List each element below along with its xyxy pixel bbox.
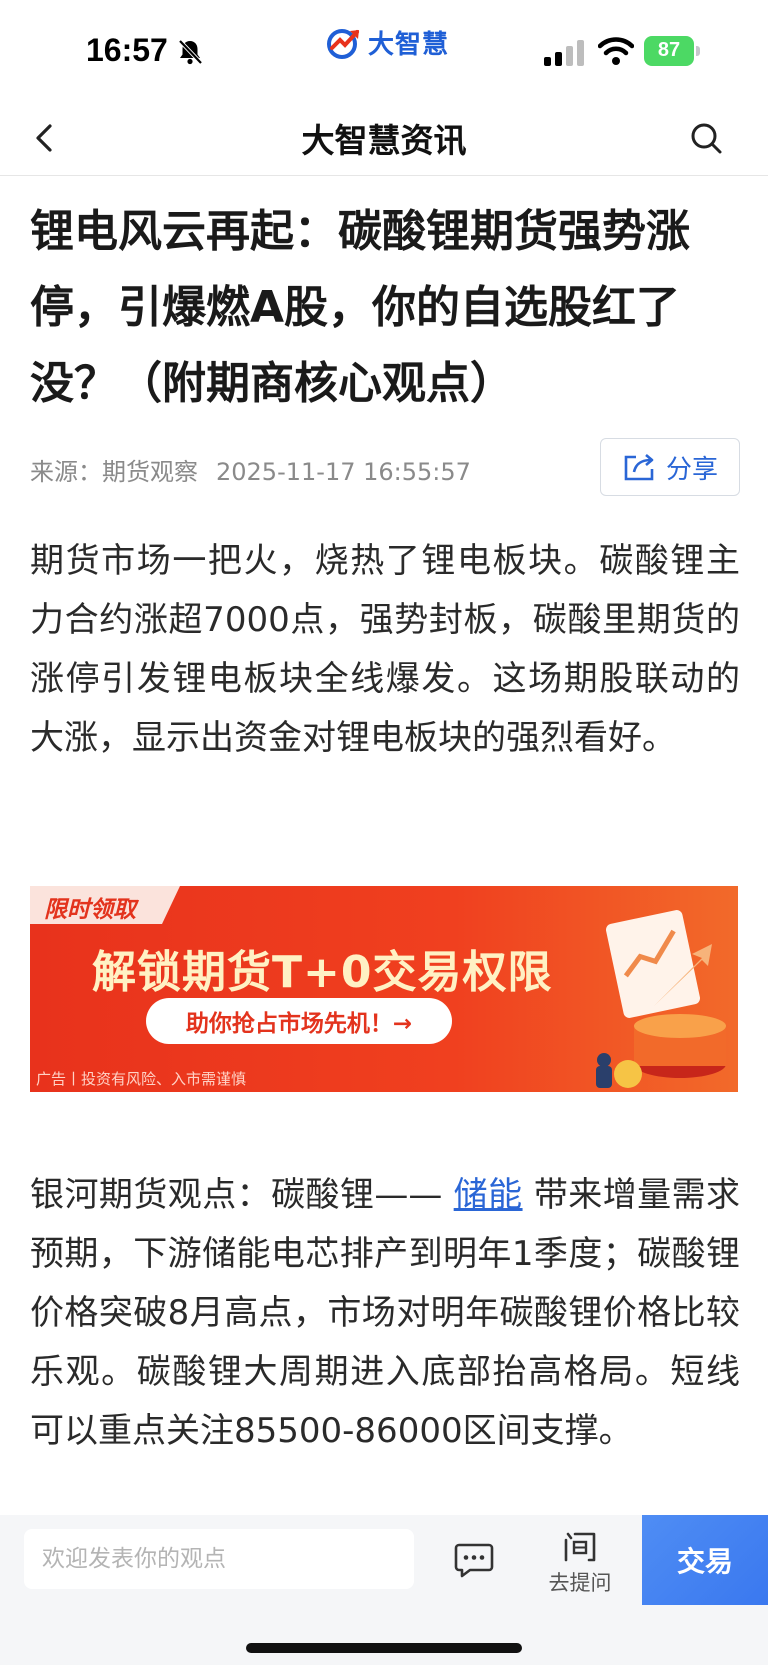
article-source: 来源：期货观察 — [30, 458, 198, 486]
ad-disclaimer: 广告丨投资有风险、入市需谨慎 — [36, 1070, 247, 1088]
app-logo: 大智慧 — [326, 22, 449, 62]
article-meta: 来源：期货观察 2025-11-17 16:55:57 — [30, 452, 471, 487]
trade-label: 交易 — [676, 1545, 733, 1578]
battery-percent: 87 — [657, 39, 681, 61]
topic-link-energy-storage[interactable]: 储能 — [454, 1175, 523, 1215]
ad-headline: 解锁期货T+0交易权限 — [92, 947, 553, 998]
home-indicator[interactable] — [246, 1643, 522, 1653]
ad-cta-button[interactable]: 助你抢占市场先机！→ — [146, 998, 452, 1044]
ad-tag-label: 限时领取 — [44, 897, 136, 923]
trade-button[interactable]: 交易 — [642, 1515, 768, 1605]
wifi-icon — [598, 37, 634, 65]
paragraph-2-prefix: 银河期货观点：碳酸锂—— — [30, 1175, 443, 1215]
signal-icon — [544, 40, 584, 66]
article-paragraph-2: 银河期货观点：碳酸锂—— 储能 带来增量需求预期，下游储能电芯排产到明年1季度；… — [30, 1166, 740, 1461]
article-title: 锂电风云再起：碳酸锂期货强势涨停，引爆燃A股，你的自选股红了没？（附期商核心观点… — [30, 206, 690, 409]
nav-bar: 大智慧资讯 — [0, 100, 768, 176]
status-time: 16:57 — [86, 32, 168, 68]
share-icon — [624, 454, 654, 481]
ask-icon — [564, 1532, 596, 1562]
ad-cta-label: 助你抢占市场先机！→ — [185, 1011, 413, 1037]
share-label: 分享 — [665, 454, 718, 485]
status-bar: 16:57 大智慧 87 — [0, 0, 768, 100]
search-icon[interactable] — [686, 118, 726, 158]
ask-label: 去提问 — [548, 1571, 612, 1595]
bell-slash-icon — [178, 39, 203, 65]
comment-icon[interactable] — [454, 1541, 494, 1579]
article-date: 2025-11-17 16:55:57 — [216, 458, 471, 486]
paragraph-2-suffix: 带来增量需求预期，下游储能电芯排产到明年1季度；碳酸锂价格突破8月高点，市场对明… — [30, 1175, 741, 1451]
comment-input[interactable] — [24, 1529, 414, 1589]
logo-mark-icon — [327, 29, 359, 59]
ad-banner[interactable]: 限时领取 解锁期货T+0交易权限 助你抢占市场先机！→ 广告丨投资有风险、入市需… — [30, 886, 738, 1092]
battery-indicator: 87 — [644, 36, 700, 66]
brand-name: 大智慧 — [368, 29, 450, 60]
article-paragraph-1: 期货市场一把火，烧热了锂电板块。碳酸锂主力合约涨超7000点，强势封板，碳酸里期… — [30, 541, 740, 758]
share-button[interactable]: 分享 — [600, 438, 740, 496]
page-title: 大智慧资讯 — [301, 121, 467, 160]
ad-illustration-icon — [596, 910, 726, 1088]
ask-question-button[interactable]: 去提问 — [540, 1529, 620, 1603]
ad-tag: 限时领取 — [30, 886, 180, 924]
